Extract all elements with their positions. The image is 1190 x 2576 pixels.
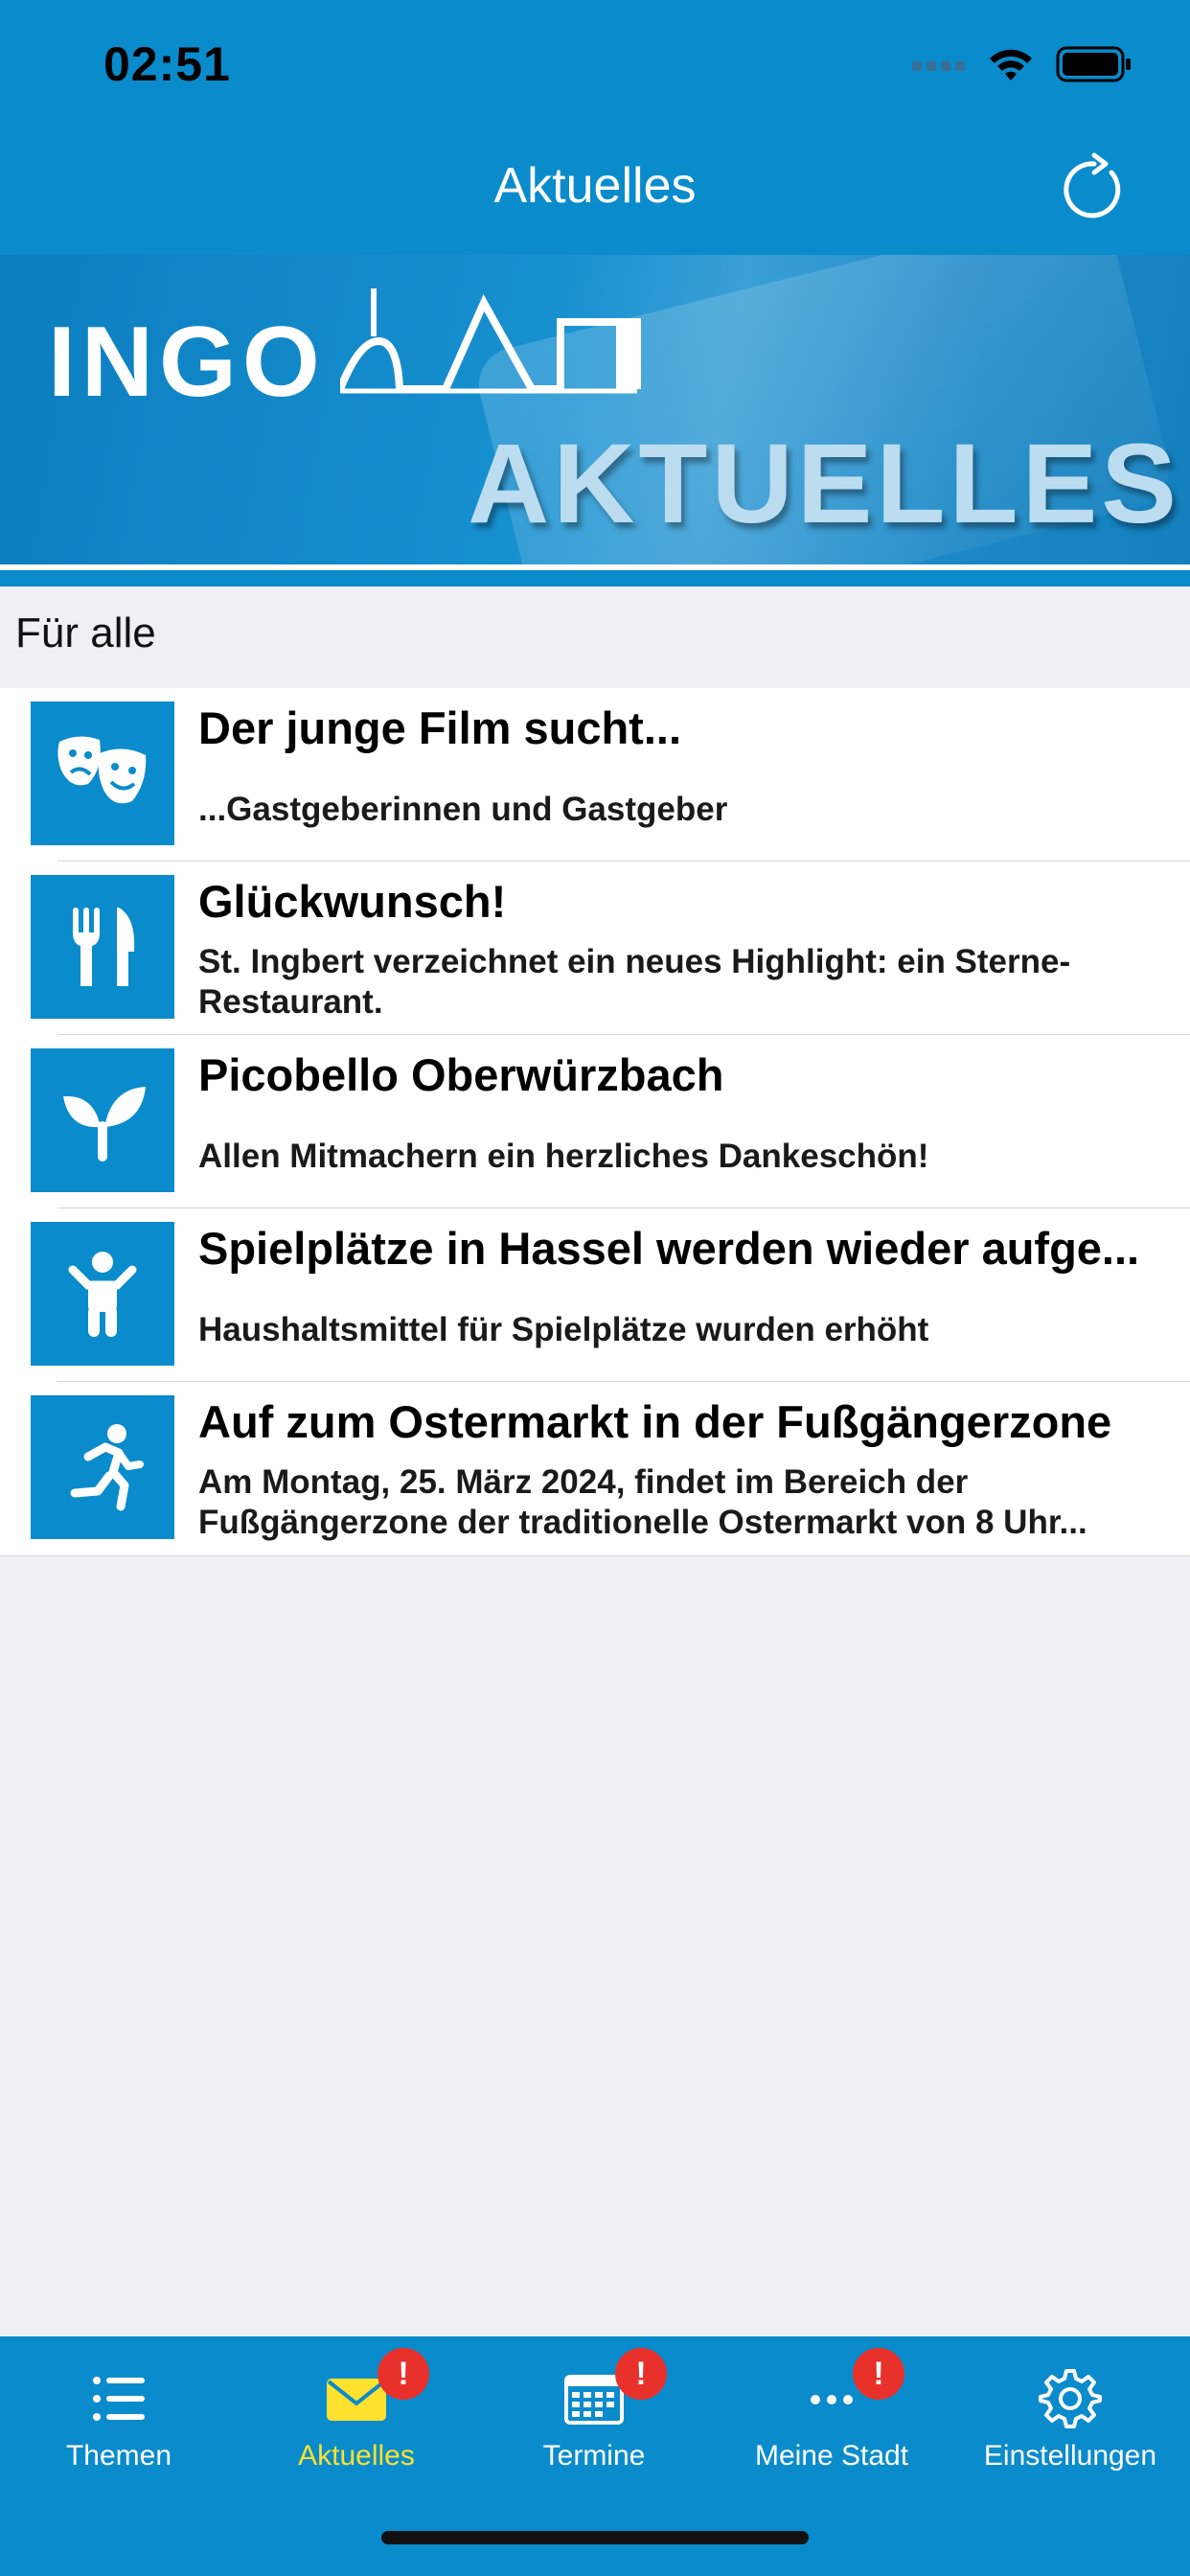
news-title: Spielplätze in Hassel werden wieder aufg… bbox=[198, 1223, 1140, 1274]
notification-badge: ! bbox=[853, 2348, 904, 2400]
tab-aktuelles[interactable]: ! Aktuelles bbox=[238, 2336, 475, 2499]
list-item[interactable]: Auf zum Ostermarkt in der Fußgängerzone … bbox=[0, 1382, 1190, 1555]
news-thumbnail bbox=[31, 1048, 174, 1192]
news-title: Glückwunsch! bbox=[198, 876, 507, 927]
list-item[interactable]: Glückwunsch! St. Ingbert verzeichnet ein… bbox=[0, 862, 1190, 1035]
list-item[interactable]: Der junge Film sucht... ...Gastgeberinne… bbox=[0, 688, 1190, 862]
status-bar: 02:51 bbox=[0, 0, 1190, 134]
section-header: Für alle bbox=[0, 586, 1190, 689]
news-subtitle: Haushaltsmittel für Spielplätze wurden e… bbox=[198, 1311, 929, 1348]
banner-subtitle: AKTUELLES bbox=[468, 421, 1180, 547]
refresh-icon[interactable] bbox=[1056, 151, 1133, 228]
list-icon bbox=[93, 2377, 145, 2421]
news-title: Picobello Oberwürzbach bbox=[198, 1049, 724, 1100]
tab-einstellungen[interactable]: Einstellungen bbox=[950, 2336, 1190, 2499]
banner-logo: INGO bbox=[48, 307, 326, 418]
news-thumbnail bbox=[31, 1222, 174, 1366]
page-title: Aktuelles bbox=[493, 158, 697, 214]
tab-label: Themen bbox=[65, 2440, 172, 2472]
news-title: Der junge Film sucht... bbox=[198, 702, 682, 753]
news-thumbnail bbox=[31, 1395, 174, 1539]
running-person-icon bbox=[70, 1424, 144, 1511]
theater-masks-icon bbox=[57, 736, 147, 804]
list-item[interactable]: Spielplätze in Hassel werden wieder aufg… bbox=[0, 1208, 1190, 1382]
news-thumbnail bbox=[31, 702, 174, 845]
home-indicator[interactable] bbox=[381, 2531, 809, 2544]
notification-badge: ! bbox=[615, 2348, 667, 2400]
news-subtitle: Allen Mitmachern ein herzliches Dankesch… bbox=[198, 1138, 929, 1175]
section-label: Für alle bbox=[15, 610, 156, 656]
news-title: Auf zum Ostermarkt in der Fußgängerzone bbox=[198, 1396, 1112, 1447]
gear-icon bbox=[1039, 2369, 1102, 2428]
news-thumbnail bbox=[31, 875, 174, 1019]
news-subtitle: Am Montag, 25. März 2024, findet im Bere… bbox=[198, 1463, 1087, 1541]
tab-themen[interactable]: Themen bbox=[0, 2336, 238, 2499]
news-subtitle: ...Gastgeberinnen und Gastgeber bbox=[198, 791, 728, 828]
status-time: 02:51 bbox=[103, 37, 231, 91]
status-icons bbox=[912, 42, 1133, 86]
header-banner: INGO AKTUELLES bbox=[0, 255, 1190, 586]
child-icon bbox=[68, 1252, 137, 1337]
skyline-logo-icon bbox=[340, 288, 641, 394]
notification-badge: ! bbox=[378, 2348, 429, 2400]
cellular-signal-icon bbox=[912, 61, 965, 71]
sprout-icon bbox=[63, 1087, 146, 1162]
tab-label: Einstellungen bbox=[983, 2440, 1157, 2472]
tab-label: Meine Stadt bbox=[754, 2440, 909, 2472]
navigation-bar: Aktuelles bbox=[0, 134, 1190, 255]
list-item[interactable]: Picobello Oberwürzbach Allen Mitmachern … bbox=[0, 1035, 1190, 1208]
fork-knife-icon bbox=[73, 908, 135, 986]
tab-label: Termine bbox=[542, 2440, 646, 2472]
tab-meine-stadt[interactable]: ! Meine Stadt bbox=[713, 2336, 950, 2499]
news-list: Der junge Film sucht... ...Gastgeberinne… bbox=[0, 688, 1190, 1556]
news-subtitle: St. Ingbert verzeichnet ein neues Highli… bbox=[198, 943, 1071, 1021]
tab-label: Aktuelles bbox=[298, 2440, 415, 2472]
battery-icon bbox=[1056, 46, 1131, 82]
tab-termine[interactable]: ! Termine bbox=[475, 2336, 713, 2499]
banner-divider-band bbox=[0, 570, 1190, 586]
wifi-icon bbox=[990, 49, 1032, 80]
